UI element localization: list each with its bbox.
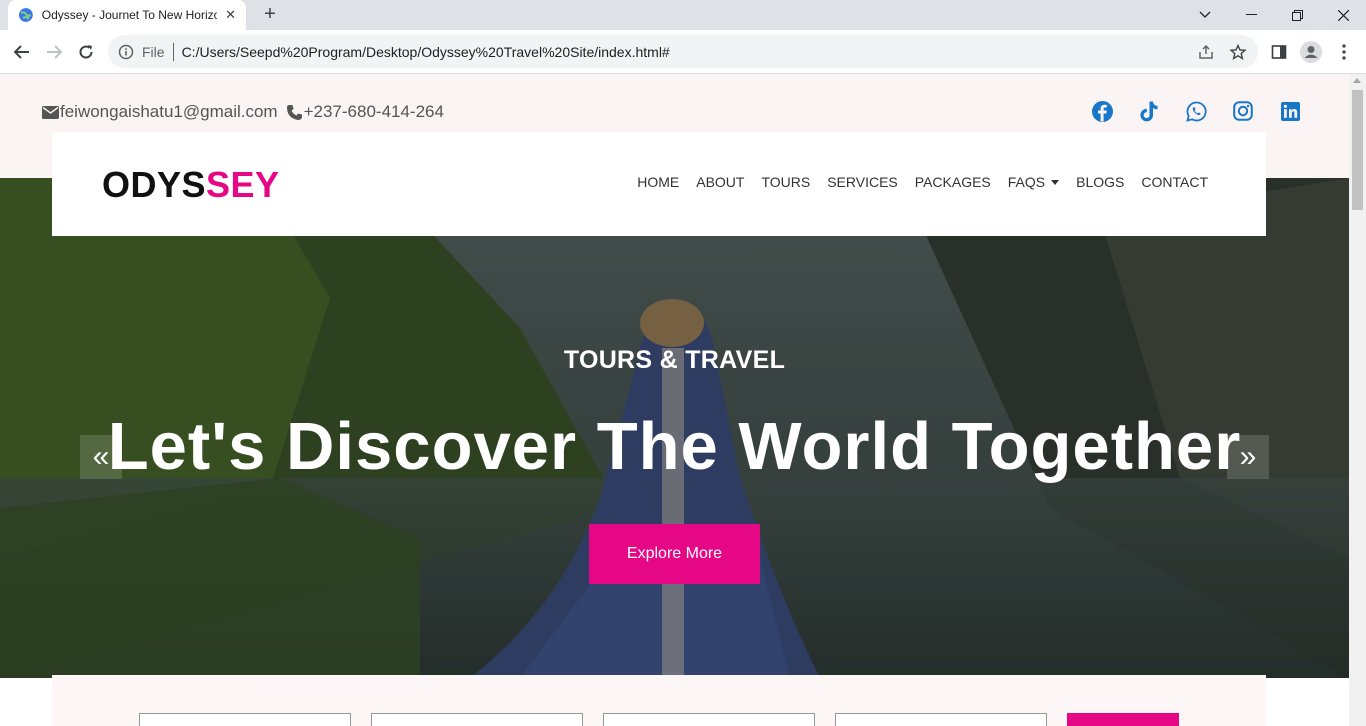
main-navbar: ODYSSEY HOME ABOUT TOURS SERVICES PACKAG… xyxy=(52,132,1266,236)
nav-faqs-label: FAQS xyxy=(1007,174,1046,190)
booking-field-1[interactable] xyxy=(139,713,351,726)
nav-services[interactable]: SERVICES xyxy=(827,174,898,190)
instagram-icon[interactable] xyxy=(1232,100,1254,122)
booking-field-4[interactable] xyxy=(835,713,1047,726)
hero-carousel: TOURS & TRAVEL Let's Discover The World … xyxy=(0,178,1349,678)
reload-icon[interactable] xyxy=(72,38,100,66)
nav-contact-label: CONTACT xyxy=(1141,174,1208,190)
page-scrollbar[interactable] xyxy=(1349,74,1366,726)
explore-more-button[interactable]: Explore More xyxy=(589,524,760,584)
close-window-icon[interactable] xyxy=(1320,0,1366,30)
nav-packages-label: PACKAGES xyxy=(914,174,991,190)
carousel-next-icon[interactable]: » xyxy=(1227,435,1269,479)
email-text: feiwongaishatu1@gmail.com xyxy=(60,102,278,121)
tab-close-icon[interactable]: ✕ xyxy=(225,7,236,23)
browser-tab[interactable]: Odyssey - Journet To New Horizons ✕ xyxy=(8,0,246,30)
globe-favicon-icon xyxy=(18,8,33,22)
phone-item[interactable]: +237-680-414-264 xyxy=(286,102,444,122)
side-panel-icon[interactable] xyxy=(1265,38,1293,66)
scrollbar-thumb[interactable] xyxy=(1352,90,1363,210)
tiktok-icon[interactable] xyxy=(1138,100,1160,122)
profile-avatar-icon[interactable] xyxy=(1297,38,1325,66)
contact-info: feiwongaishatu1@gmail.com +237-680-414-2… xyxy=(42,102,452,122)
logo-part-1: ODYS xyxy=(102,164,207,205)
nav-services-label: SERVICES xyxy=(827,174,898,190)
browser-toolbar: File C:/Users/Seepd%20Program/Desktop/Od… xyxy=(0,30,1366,74)
hero-title: Let's Discover The World Together xyxy=(107,409,1242,484)
browser-menu-icon[interactable] xyxy=(1330,38,1358,66)
tab-search-chevron-icon[interactable] xyxy=(1182,0,1228,30)
tab-title: Odyssey - Journet To New Horizons xyxy=(41,8,218,22)
nav-about-label: ABOUT xyxy=(696,174,745,190)
nav-tours[interactable]: TOURS xyxy=(761,174,810,190)
nav-home[interactable]: HOME xyxy=(637,174,679,190)
browser-tabbar: Odyssey - Journet To New Horizons ✕ + xyxy=(0,0,1366,30)
booking-panel xyxy=(52,675,1266,726)
address-scheme: File xyxy=(142,43,165,60)
nav-menu: HOME ABOUT TOURS SERVICES PACKAGES FAQS … xyxy=(620,174,1208,190)
caret-down-icon xyxy=(1051,179,1060,185)
nav-about[interactable]: ABOUT xyxy=(696,174,744,190)
facebook-icon[interactable] xyxy=(1091,100,1113,122)
booking-submit-button[interactable] xyxy=(1067,713,1179,726)
nav-blogs[interactable]: BLOGS xyxy=(1076,174,1124,190)
hero-subtitle: TOURS & TRAVEL xyxy=(563,346,786,374)
restore-icon[interactable] xyxy=(1274,0,1320,30)
minimize-icon[interactable] xyxy=(1228,0,1274,30)
nav-faqs-dropdown[interactable]: FAQS xyxy=(1007,174,1060,190)
scroll-up-icon[interactable] xyxy=(1353,78,1361,83)
site-logo[interactable]: ODYSSEY xyxy=(102,164,280,206)
logo-part-2: SEY xyxy=(206,164,280,205)
nav-blogs-label: BLOGS xyxy=(1076,174,1125,190)
nav-home-label: HOME xyxy=(637,174,680,190)
nav-packages[interactable]: PACKAGES xyxy=(915,174,991,190)
envelope-icon xyxy=(42,105,59,119)
carousel-prev-icon[interactable]: « xyxy=(80,435,122,479)
linkedin-icon[interactable] xyxy=(1279,100,1301,122)
phone-text: +237-680-414-264 xyxy=(303,102,444,121)
address-url[interactable]: C:/Users/Seepd%20Program/Desktop/Odyssey… xyxy=(182,44,670,60)
nav-contact[interactable]: CONTACT xyxy=(1141,174,1208,190)
page-viewport: feiwongaishatu1@gmail.com +237-680-414-2… xyxy=(0,74,1349,726)
email-item[interactable]: feiwongaishatu1@gmail.com xyxy=(42,102,278,122)
bookmark-star-icon[interactable] xyxy=(1230,35,1246,68)
nav-tours-label: TOURS xyxy=(761,174,811,190)
address-separator xyxy=(172,42,174,61)
new-tab-icon[interactable]: + xyxy=(258,3,282,27)
whatsapp-icon[interactable] xyxy=(1185,100,1207,122)
share-icon[interactable] xyxy=(1198,35,1214,68)
back-icon[interactable] xyxy=(8,38,36,66)
phone-icon xyxy=(286,104,302,120)
forward-icon[interactable] xyxy=(40,38,68,66)
booking-field-2[interactable] xyxy=(371,713,583,726)
social-links xyxy=(1066,100,1301,122)
booking-field-3[interactable] xyxy=(603,713,815,726)
info-icon[interactable] xyxy=(118,44,134,60)
address-bar[interactable]: File C:/Users/Seepd%20Program/Desktop/Od… xyxy=(108,35,1258,68)
